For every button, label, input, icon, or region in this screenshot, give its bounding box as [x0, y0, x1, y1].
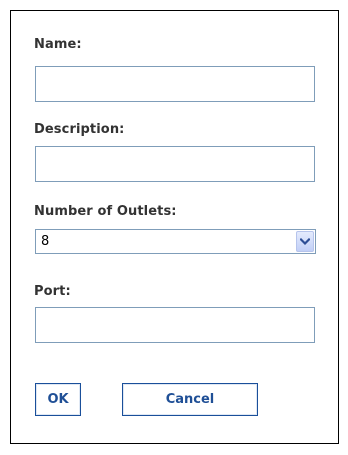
description-input[interactable]: [35, 146, 315, 182]
port-input[interactable]: [35, 307, 315, 343]
number-of-outlets-value: 8: [41, 234, 50, 249]
chevron-down-icon: [300, 237, 310, 245]
name-input[interactable]: [35, 66, 315, 102]
dropdown-button[interactable]: [296, 231, 314, 252]
ok-button[interactable]: OK: [35, 383, 81, 416]
name-label: Name:: [34, 37, 82, 52]
description-label: Description:: [34, 122, 125, 137]
outlet-properties-dialog: Name: Description: Number of Outlets: 8 …: [10, 10, 339, 444]
number-of-outlets-label: Number of Outlets:: [34, 204, 177, 219]
cancel-button[interactable]: Cancel: [122, 383, 258, 416]
port-label: Port:: [34, 284, 71, 299]
number-of-outlets-select[interactable]: 8: [35, 229, 316, 254]
